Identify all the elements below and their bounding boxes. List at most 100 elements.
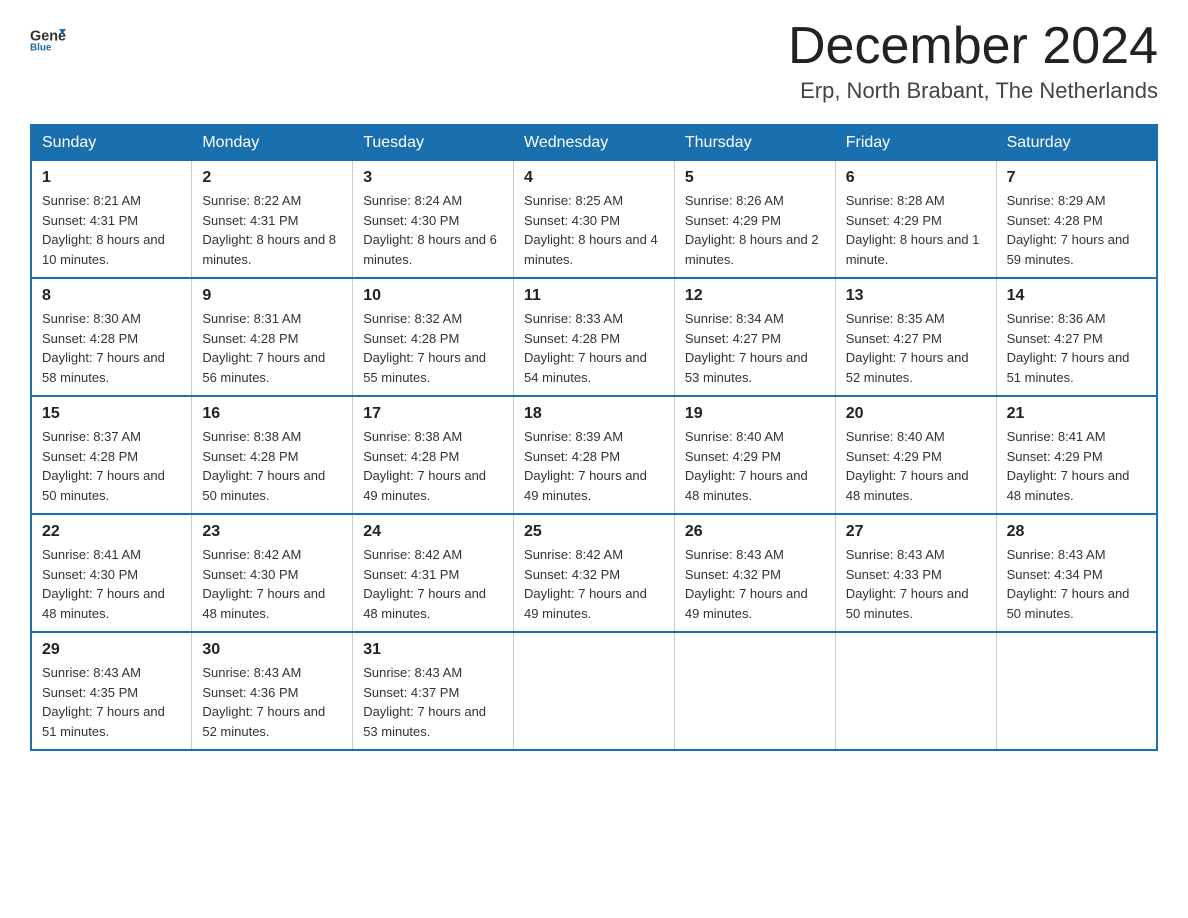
day-info: Sunrise: 8:33 AMSunset: 4:28 PMDaylight:… [524,311,647,385]
weekday-header-monday: Monday [192,125,353,161]
calendar-day-cell [674,632,835,750]
day-number: 25 [524,523,664,541]
calendar-day-cell: 12 Sunrise: 8:34 AMSunset: 4:27 PMDaylig… [674,278,835,396]
weekday-header-sunday: Sunday [31,125,192,161]
calendar-day-cell: 11 Sunrise: 8:33 AMSunset: 4:28 PMDaylig… [514,278,675,396]
day-number: 6 [846,169,986,187]
calendar-day-cell [835,632,996,750]
calendar-day-cell: 8 Sunrise: 8:30 AMSunset: 4:28 PMDayligh… [31,278,192,396]
day-number: 19 [685,405,825,423]
calendar-day-cell: 30 Sunrise: 8:43 AMSunset: 4:36 PMDaylig… [192,632,353,750]
day-number: 1 [42,169,181,187]
day-info: Sunrise: 8:42 AMSunset: 4:30 PMDaylight:… [202,547,325,621]
calendar-week-row: 15 Sunrise: 8:37 AMSunset: 4:28 PMDaylig… [31,396,1157,514]
calendar-day-cell: 6 Sunrise: 8:28 AMSunset: 4:29 PMDayligh… [835,161,996,279]
calendar-day-cell: 19 Sunrise: 8:40 AMSunset: 4:29 PMDaylig… [674,396,835,514]
day-info: Sunrise: 8:25 AMSunset: 4:30 PMDaylight:… [524,193,658,267]
calendar-day-cell: 26 Sunrise: 8:43 AMSunset: 4:32 PMDaylig… [674,514,835,632]
calendar-day-cell: 10 Sunrise: 8:32 AMSunset: 4:28 PMDaylig… [353,278,514,396]
logo: General Blue [30,20,66,56]
day-info: Sunrise: 8:30 AMSunset: 4:28 PMDaylight:… [42,311,165,385]
calendar-day-cell [996,632,1157,750]
day-number: 26 [685,523,825,541]
day-number: 31 [363,641,503,659]
day-info: Sunrise: 8:43 AMSunset: 4:32 PMDaylight:… [685,547,808,621]
day-info: Sunrise: 8:28 AMSunset: 4:29 PMDaylight:… [846,193,980,267]
day-number: 13 [846,287,986,305]
calendar-day-cell: 24 Sunrise: 8:42 AMSunset: 4:31 PMDaylig… [353,514,514,632]
day-number: 10 [363,287,503,305]
day-number: 5 [685,169,825,187]
day-number: 7 [1007,169,1146,187]
day-number: 11 [524,287,664,305]
day-info: Sunrise: 8:43 AMSunset: 4:34 PMDaylight:… [1007,547,1130,621]
day-info: Sunrise: 8:43 AMSunset: 4:33 PMDaylight:… [846,547,969,621]
day-info: Sunrise: 8:32 AMSunset: 4:28 PMDaylight:… [363,311,486,385]
day-number: 22 [42,523,181,541]
day-number: 24 [363,523,503,541]
calendar-day-cell: 23 Sunrise: 8:42 AMSunset: 4:30 PMDaylig… [192,514,353,632]
weekday-header-friday: Friday [835,125,996,161]
day-info: Sunrise: 8:26 AMSunset: 4:29 PMDaylight:… [685,193,819,267]
calendar-week-row: 1 Sunrise: 8:21 AMSunset: 4:31 PMDayligh… [31,161,1157,279]
day-number: 17 [363,405,503,423]
calendar-day-cell: 27 Sunrise: 8:43 AMSunset: 4:33 PMDaylig… [835,514,996,632]
day-info: Sunrise: 8:42 AMSunset: 4:31 PMDaylight:… [363,547,486,621]
calendar-day-cell: 15 Sunrise: 8:37 AMSunset: 4:28 PMDaylig… [31,396,192,514]
day-number: 2 [202,169,342,187]
calendar-week-row: 22 Sunrise: 8:41 AMSunset: 4:30 PMDaylig… [31,514,1157,632]
calendar-day-cell: 13 Sunrise: 8:35 AMSunset: 4:27 PMDaylig… [835,278,996,396]
calendar-day-cell: 18 Sunrise: 8:39 AMSunset: 4:28 PMDaylig… [514,396,675,514]
calendar-day-cell: 31 Sunrise: 8:43 AMSunset: 4:37 PMDaylig… [353,632,514,750]
day-info: Sunrise: 8:38 AMSunset: 4:28 PMDaylight:… [202,429,325,503]
day-number: 20 [846,405,986,423]
day-info: Sunrise: 8:31 AMSunset: 4:28 PMDaylight:… [202,311,325,385]
calendar-day-cell: 3 Sunrise: 8:24 AMSunset: 4:30 PMDayligh… [353,161,514,279]
calendar-day-cell: 29 Sunrise: 8:43 AMSunset: 4:35 PMDaylig… [31,632,192,750]
weekday-header-wednesday: Wednesday [514,125,675,161]
day-info: Sunrise: 8:22 AMSunset: 4:31 PMDaylight:… [202,193,336,267]
logo-icon: General Blue [30,20,66,56]
calendar-day-cell: 17 Sunrise: 8:38 AMSunset: 4:28 PMDaylig… [353,396,514,514]
calendar-day-cell: 5 Sunrise: 8:26 AMSunset: 4:29 PMDayligh… [674,161,835,279]
location-title: Erp, North Brabant, The Netherlands [788,78,1158,104]
day-info: Sunrise: 8:29 AMSunset: 4:28 PMDaylight:… [1007,193,1130,267]
calendar-day-cell: 1 Sunrise: 8:21 AMSunset: 4:31 PMDayligh… [31,161,192,279]
day-info: Sunrise: 8:21 AMSunset: 4:31 PMDaylight:… [42,193,165,267]
calendar-day-cell: 21 Sunrise: 8:41 AMSunset: 4:29 PMDaylig… [996,396,1157,514]
day-number: 12 [685,287,825,305]
weekday-header-saturday: Saturday [996,125,1157,161]
day-info: Sunrise: 8:24 AMSunset: 4:30 PMDaylight:… [363,193,497,267]
day-info: Sunrise: 8:42 AMSunset: 4:32 PMDaylight:… [524,547,647,621]
day-info: Sunrise: 8:34 AMSunset: 4:27 PMDaylight:… [685,311,808,385]
day-info: Sunrise: 8:43 AMSunset: 4:35 PMDaylight:… [42,665,165,739]
calendar-day-cell: 28 Sunrise: 8:43 AMSunset: 4:34 PMDaylig… [996,514,1157,632]
day-number: 4 [524,169,664,187]
calendar-week-row: 8 Sunrise: 8:30 AMSunset: 4:28 PMDayligh… [31,278,1157,396]
day-number: 30 [202,641,342,659]
day-info: Sunrise: 8:38 AMSunset: 4:28 PMDaylight:… [363,429,486,503]
page-header: General Blue December 2024 Erp, North Br… [30,20,1158,104]
day-number: 15 [42,405,181,423]
month-title: December 2024 [788,20,1158,72]
weekday-header-thursday: Thursday [674,125,835,161]
calendar-day-cell: 9 Sunrise: 8:31 AMSunset: 4:28 PMDayligh… [192,278,353,396]
day-number: 14 [1007,287,1146,305]
day-info: Sunrise: 8:35 AMSunset: 4:27 PMDaylight:… [846,311,969,385]
day-info: Sunrise: 8:41 AMSunset: 4:30 PMDaylight:… [42,547,165,621]
calendar-day-cell: 4 Sunrise: 8:25 AMSunset: 4:30 PMDayligh… [514,161,675,279]
calendar-day-cell: 22 Sunrise: 8:41 AMSunset: 4:30 PMDaylig… [31,514,192,632]
day-number: 16 [202,405,342,423]
day-info: Sunrise: 8:36 AMSunset: 4:27 PMDaylight:… [1007,311,1130,385]
calendar-week-row: 29 Sunrise: 8:43 AMSunset: 4:35 PMDaylig… [31,632,1157,750]
day-info: Sunrise: 8:40 AMSunset: 4:29 PMDaylight:… [685,429,808,503]
calendar-day-cell: 14 Sunrise: 8:36 AMSunset: 4:27 PMDaylig… [996,278,1157,396]
day-info: Sunrise: 8:41 AMSunset: 4:29 PMDaylight:… [1007,429,1130,503]
calendar-day-cell: 2 Sunrise: 8:22 AMSunset: 4:31 PMDayligh… [192,161,353,279]
day-info: Sunrise: 8:37 AMSunset: 4:28 PMDaylight:… [42,429,165,503]
day-number: 8 [42,287,181,305]
calendar-table: SundayMondayTuesdayWednesdayThursdayFrid… [30,124,1158,751]
day-number: 18 [524,405,664,423]
weekday-header-tuesday: Tuesday [353,125,514,161]
day-number: 27 [846,523,986,541]
